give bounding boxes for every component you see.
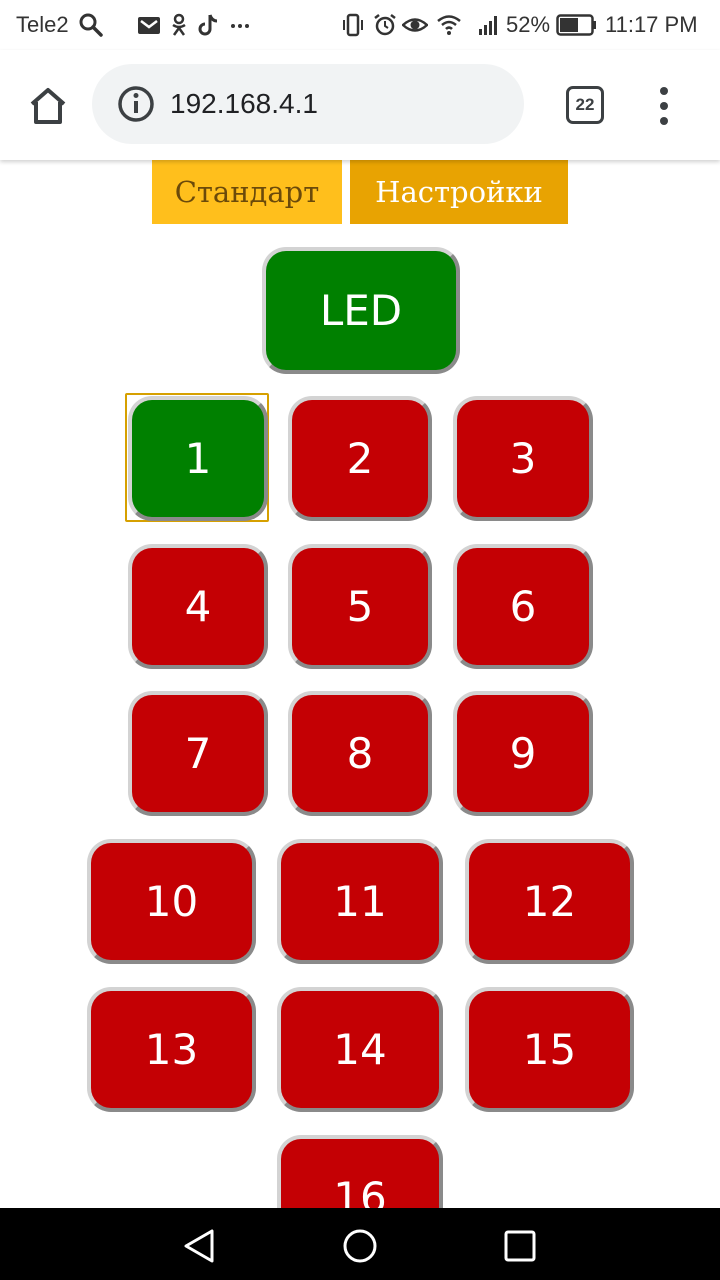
channel-button-label: 6 [509,582,537,631]
battery-icon [556,14,596,36]
channel-button-16[interactable]: 16 [277,1135,443,1208]
channel-button-6[interactable]: 6 [453,544,593,669]
channel-button-11[interactable]: 11 [277,839,443,964]
home-circle-icon[interactable] [340,1226,380,1266]
led-toggle-button[interactable]: LED [262,247,460,374]
wifi-icon [437,15,461,35]
channel-button-label: 13 [144,1025,199,1074]
eye-icon [402,18,428,32]
channel-button-9[interactable]: 9 [453,691,593,816]
tab-standard[interactable]: Стандарт [152,160,342,224]
mail-icon [138,17,160,34]
signal-icon [479,16,497,35]
more-icon [231,24,249,28]
url-text[interactable]: 192.168.4.1 [170,86,318,122]
odnoklassniki-icon [172,13,186,36]
channel-button-label: 9 [509,729,537,778]
search-icon [79,13,103,37]
channel-button-label: 8 [346,729,374,778]
channel-button-2[interactable]: 2 [288,396,432,521]
tab-settings[interactable]: Настройки [350,160,568,224]
channel-button-14[interactable]: 14 [277,987,443,1112]
carrier-label: Tele2 [16,12,69,37]
channel-button-10[interactable]: 10 [87,839,256,964]
channel-button-12[interactable]: 12 [465,839,634,964]
channel-button-label: 16 [333,1173,387,1208]
channel-button-15[interactable]: 15 [465,987,634,1112]
home-icon[interactable] [24,82,72,130]
led-button-label: LED [319,286,403,335]
browser-toolbar: 192.168.4.1 22 [0,50,720,160]
channel-button-5[interactable]: 5 [288,544,432,669]
back-icon[interactable] [180,1226,220,1266]
clock: 11:17 PM [605,12,698,37]
alarm-icon [374,14,396,36]
status-bar: Tele2 52% 11:17 PM [0,0,720,50]
channel-button-label: 2 [346,434,374,483]
battery-percent: 52% [506,12,551,37]
channel-button-label: 14 [333,1025,387,1074]
navigation-bar [0,1208,720,1280]
channel-button-label: 10 [144,877,199,926]
channel-button-1[interactable]: 1 [128,396,268,521]
channel-button-label: 11 [333,877,387,926]
channel-button-label: 12 [522,877,577,926]
channel-button-3[interactable]: 3 [453,396,593,521]
web-page: Стандарт Настройки LED 1 2 3 4 5 6 7 8 9 10 11 12 13… [0,160,720,1208]
recents-icon[interactable] [500,1226,540,1266]
channel-button-8[interactable]: 8 [288,691,432,816]
tiktok-icon [198,14,218,36]
channel-button-label: 1 [184,434,212,483]
channel-button-label: 7 [184,729,212,778]
channel-button-label: 15 [522,1025,577,1074]
channel-button-13[interactable]: 13 [87,987,256,1112]
info-icon[interactable] [116,84,156,124]
url-bar[interactable]: 192.168.4.1 [92,64,524,144]
channel-button-label: 3 [509,434,537,483]
vibrate-icon [343,13,363,37]
channel-button-4[interactable]: 4 [128,544,268,669]
channel-button-label: 5 [346,582,374,631]
more-vert-icon[interactable] [652,84,676,128]
tab-switcher-button[interactable]: 22 [566,86,604,124]
channel-button-7[interactable]: 7 [128,691,268,816]
channel-button-label: 4 [184,582,212,631]
